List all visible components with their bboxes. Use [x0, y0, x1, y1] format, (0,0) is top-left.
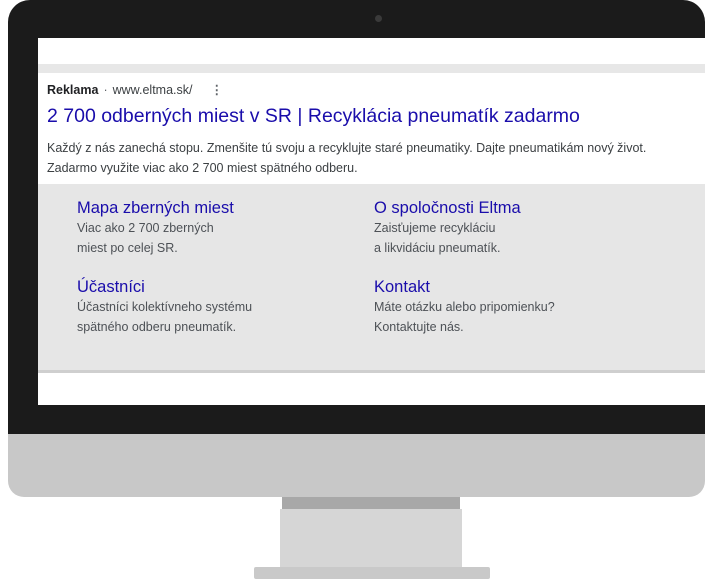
sitelink-title[interactable]: O spoločnosti Eltma [374, 198, 654, 218]
sitelink-description-line: Účastníci kolektívneho systému [77, 300, 253, 314]
sitelink-description-line: Kontaktujte nás. [374, 320, 464, 334]
ad-meta-row: Reklama · www.eltma.sk/ ⋮ [47, 82, 224, 97]
sitelink-about: O spoločnosti Eltma Zaisťujeme recykláci… [374, 198, 654, 258]
monitor-screen: Reklama · www.eltma.sk/ ⋮ 2 700 odberných m… [38, 38, 705, 405]
sitelink-title[interactable]: Účastníci [77, 277, 357, 297]
monitor-stand [280, 509, 462, 569]
more-options-icon[interactable]: ⋮ [211, 83, 225, 97]
screen-divider [38, 64, 705, 73]
sitelink-description-line: Máte otázku alebo pripomienku? [374, 300, 555, 314]
sitelink-map: Mapa zberných miest Viac ako 2 700 zbern… [77, 198, 357, 258]
monitor-neck [282, 497, 460, 509]
sitelink-title[interactable]: Kontakt [374, 277, 654, 297]
sitelink-contact: Kontakt Máte otázku alebo pripomienku? K… [374, 277, 654, 337]
ad-label: Reklama [47, 83, 99, 97]
sitelink-description-line: a likvidáciu pneumatík. [374, 241, 501, 255]
sitelink-description-line: Zaisťujeme recykláciu [374, 221, 496, 235]
sitelink-participants: Účastníci Účastníci kolektívneho systému… [77, 277, 357, 337]
screen-top-bar [38, 38, 705, 64]
sitelink-description-line: Viac ako 2 700 zberných [77, 221, 214, 235]
search-ad-card: Reklama · www.eltma.sk/ ⋮ 2 700 odberných m… [38, 73, 705, 184]
sitelinks-panel: Mapa zberných miest Viac ako 2 700 zbern… [38, 184, 705, 370]
screen-bottom-divider [38, 370, 705, 373]
sitelink-description-line: spätného odberu pneumatík. [77, 320, 237, 334]
sitelink-description-line: miest po celej SR. [77, 241, 178, 255]
monitor-chin [8, 434, 705, 497]
ad-separator: · [103, 83, 108, 97]
ad-description: Každý z nás zanechá stopu. Zmenšite tú s… [47, 141, 647, 175]
sitelink-title[interactable]: Mapa zberných miest [77, 198, 357, 218]
ad-display-url[interactable]: www.eltma.sk/ [113, 83, 193, 97]
camera-icon [375, 15, 382, 22]
ad-headline-link[interactable]: 2 700 odberných miest v SR | Recyklácia … [47, 105, 580, 128]
monitor-stand-base [254, 567, 490, 579]
